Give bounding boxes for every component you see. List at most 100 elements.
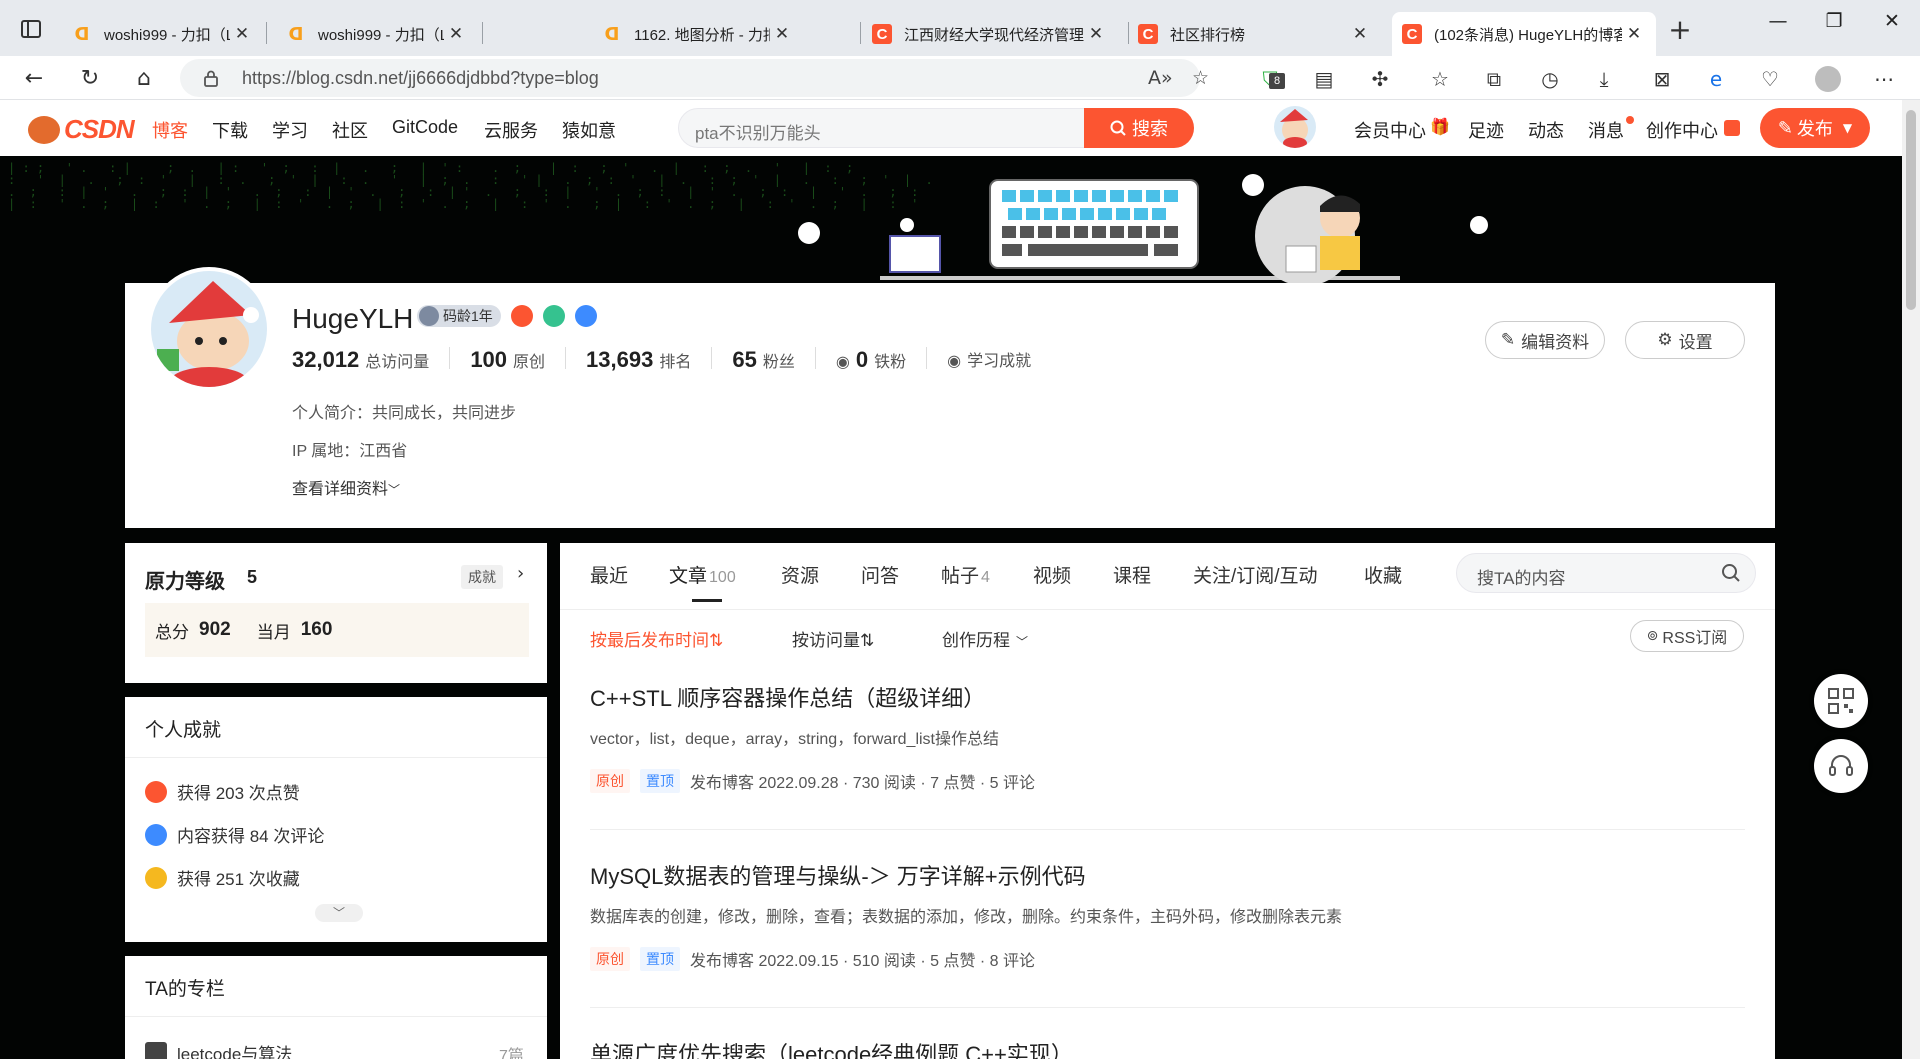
profile-avatar[interactable] [147,267,271,391]
search-button[interactable]: 搜索 [1084,108,1194,148]
nav-activity[interactable]: 动态 [1528,117,1564,143]
view-details-link[interactable]: 查看详细资料﹀ [292,475,400,499]
stat-iron-fans[interactable]: ◉ 0 铁粉 [814,347,926,372]
scrollbar-thumb[interactable] [1906,110,1916,310]
code-age-badge[interactable]: 码龄1年 [417,305,501,327]
collections-icon[interactable]: ⧉ [1480,65,1508,93]
profile-stats: 32,012 总访问量 100 原创 13,693 排名 65 粉丝 ◉ 0 铁粉 ◉ 学习成… [292,347,1051,372]
close-window-button[interactable]: ✕ [1872,10,1912,32]
search-icon[interactable] [1721,563,1741,583]
achievement-item: 内容获得 84 次评论 [145,822,324,847]
achievement-tag[interactable]: 成就 [461,565,503,589]
columns-card: TA的专栏 leetcode与算法 7篇 [125,956,547,1059]
close-tab-icon[interactable]: ✕ [230,24,254,44]
badge-icon[interactable] [510,305,533,327]
math-solver-icon[interactable]: ⊠ [1648,65,1676,93]
csdn-icon: C [1402,24,1422,44]
article-item[interactable]: 单源广度优先搜索（leetcode经典例题 C++实现） [590,1037,1745,1059]
nav-learn[interactable]: 学习 [272,117,308,143]
site-search[interactable]: pta不识别万能头 搜索 [678,108,1194,148]
publish-button[interactable]: ✎ 发布 ▼ [1760,108,1870,148]
extensions-icon[interactable]: ✣ [1366,65,1394,93]
tab-resources[interactable]: 资源 [781,561,819,605]
chevron-right-icon[interactable]: › [517,563,524,584]
edge-icon[interactable]: e [1702,65,1730,93]
more-menu-icon[interactable]: ⋯ [1870,65,1898,93]
edit-profile-button[interactable]: ✎ 编辑资料 [1485,321,1605,359]
nav-yuanruyi[interactable]: 猿如意 [562,117,616,143]
qr-code-button[interactable] [1814,674,1868,728]
article-item[interactable]: MySQL数据表的管理与操纵-＞ 万字详解+示例代码 数据库表的创建，修改，删除… [590,859,1745,1008]
tab-actions-button[interactable] [14,12,48,46]
nav-community[interactable]: 社区 [332,117,368,143]
add-favorite-icon[interactable]: ☆ [1192,67,1209,89]
nav-cloud[interactable]: 云服务 [484,117,538,143]
nav-blog[interactable]: 博客 [152,117,188,143]
message-dot [1626,116,1634,124]
comment-badge-icon [145,823,167,846]
article-item[interactable]: C++STL 顺序容器操作总结（超级详细） vector，list，deque，… [590,681,1745,830]
tab-follow[interactable]: 关注/订阅/互动 [1193,561,1318,605]
expand-achievements-button[interactable]: ﹀ [315,904,363,922]
close-tab-icon[interactable]: ✕ [444,24,468,44]
csdn-logo[interactable]: CSDN [28,114,135,145]
profile-icon[interactable] [1814,65,1842,93]
month-score: 160 [300,619,333,640]
tab-qa[interactable]: 问答 [861,561,899,605]
history-icon[interactable]: ◷ [1536,65,1564,93]
minimize-button[interactable]: — [1758,10,1798,32]
maximize-button[interactable]: ❐ [1814,10,1854,32]
user-avatar[interactable] [1274,106,1316,148]
home-button[interactable]: ⌂ [128,62,160,94]
performance-icon[interactable]: ♡ [1756,65,1784,93]
tab-videos[interactable]: 视频 [1033,561,1071,605]
sort-by-views[interactable]: 按访问量⇅ [792,626,874,651]
sort-by-date[interactable]: 按最后发布时间⇅ [590,626,723,651]
article-title[interactable]: MySQL数据表的管理与操纵-＞ 万字详解+示例代码 [590,859,1745,891]
favorites-icon[interactable]: ☆ [1426,65,1454,93]
nav-vip[interactable]: 会员中心 [1354,117,1426,143]
article-title[interactable]: 单源广度优先搜索（leetcode经典例题 C++实现） [590,1037,1745,1059]
page-scrollbar[interactable] [1902,100,1920,1059]
browser-tab[interactable]: ᗡ woshi999 - 力扣（LeetCode ✕ [276,12,478,56]
tab-posts[interactable]: 帖子 4 [941,561,990,605]
tab-courses[interactable]: 课程 [1113,561,1151,605]
browser-tab[interactable]: ᗡ 1162. 地图分析 - 力扣（Lee ✕ [592,12,804,56]
close-tab-icon[interactable]: ✕ [770,24,794,44]
browser-tab-active[interactable]: C (102条消息) HugeYLH的博客 ✕ [1392,12,1656,56]
close-tab-icon[interactable]: ✕ [1622,24,1646,44]
leetcode-icon: ᗡ [604,23,620,45]
nav-footprint[interactable]: 足迹 [1468,117,1504,143]
creation-history-dropdown[interactable]: 创作历程 ﹀ [942,626,1028,651]
settings-button[interactable]: ⚙ 设置 [1625,321,1745,359]
close-tab-icon[interactable]: ✕ [1084,24,1108,44]
music-note-icon [798,222,820,244]
search-input[interactable]: pta不识别万能头 [695,119,821,144]
nav-gitcode[interactable]: GitCode [392,117,458,138]
content-search[interactable]: 搜TA的内容 [1456,553,1756,593]
content-search-input[interactable]: 搜TA的内容 [1477,564,1565,589]
browser-tab[interactable]: C 社区排行榜 ✕ [1128,12,1382,56]
browser-tab[interactable]: ᗡ woshi999 - 力扣（LeetCode ✕ [62,12,264,56]
close-tab-icon[interactable]: ✕ [1348,24,1372,44]
back-button[interactable]: ← [18,62,50,94]
new-tab-button[interactable]: + [1662,13,1698,46]
nav-download[interactable]: 下载 [212,117,248,143]
badge-icon[interactable] [542,305,565,327]
rss-button[interactable]: ⊚ RSS订阅 [1630,620,1744,652]
downloads-icon[interactable]: ⤓ [1590,65,1618,93]
refresh-button[interactable]: ↻ [74,62,106,94]
address-bar[interactable]: https://blog.csdn.net/jj6666djdbbd?type=… [180,59,1209,97]
read-aloud-icon[interactable]: A» [1148,67,1173,89]
nav-messages[interactable]: 消息 [1588,117,1624,143]
nav-creation[interactable]: 创作中心 [1646,117,1718,143]
browser-tab[interactable]: C 江西财经大学现代经济管理 ✕ [862,12,1118,56]
reader-icon[interactable]: ▤ [1310,65,1338,93]
badge-icon[interactable] [574,305,597,327]
article-title[interactable]: C++STL 顺序容器操作总结（超级详细） [590,681,1745,713]
stat-learning[interactable]: ◉ 学习成就 [926,347,1051,370]
tab-recent[interactable]: 最近 [590,561,628,605]
column-item[interactable]: leetcode与算法 [145,1040,292,1059]
tab-favorites[interactable]: 收藏 [1364,561,1402,605]
customer-service-button[interactable] [1814,739,1868,793]
